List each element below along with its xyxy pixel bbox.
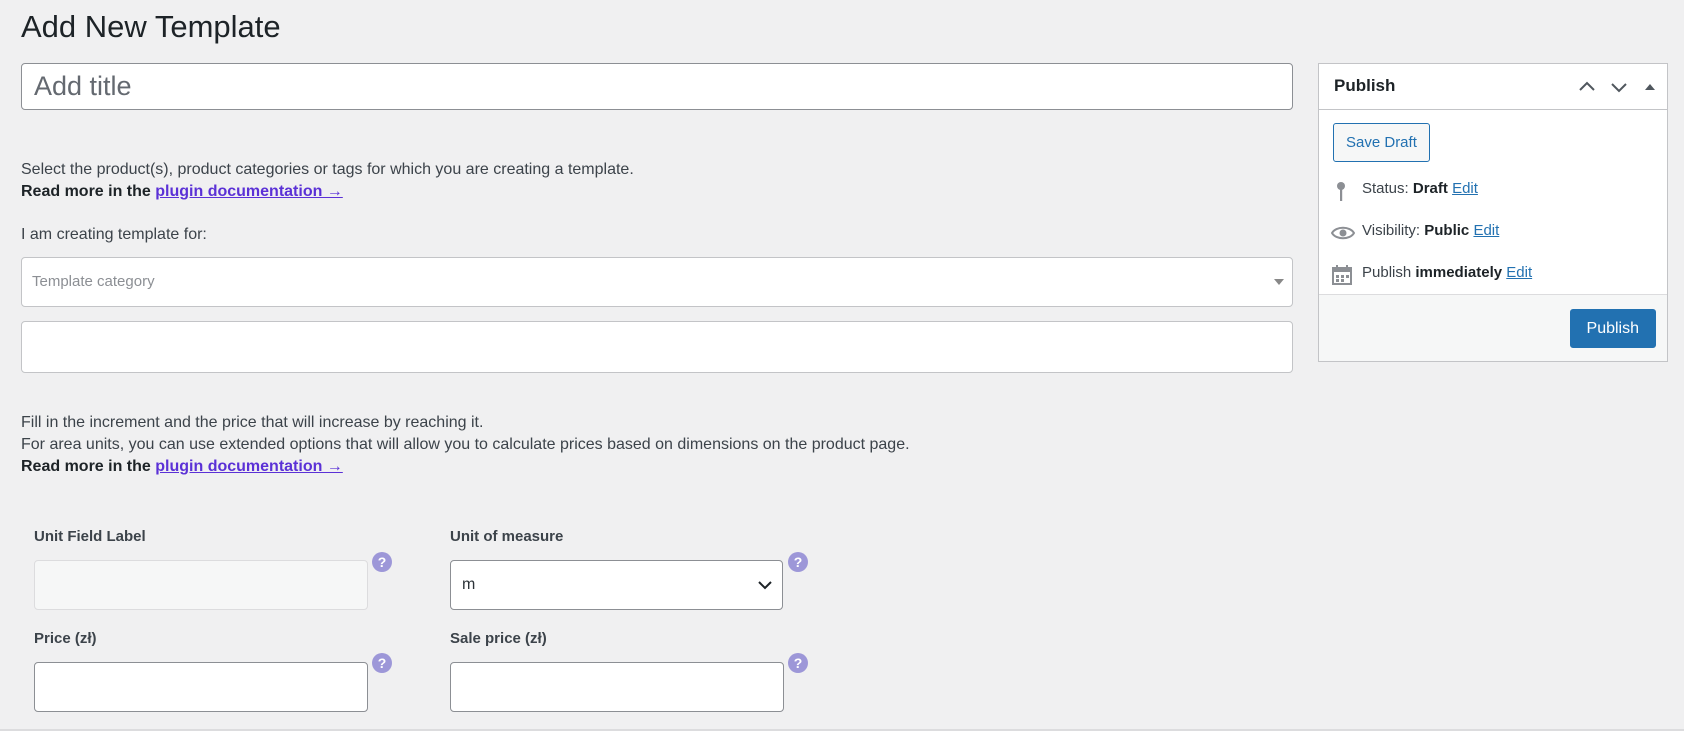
edit-status-link[interactable]: Edit	[1452, 180, 1478, 197]
template-category-placeholder: Template category	[32, 273, 155, 290]
intro-line: Select the product(s), product categorie…	[21, 161, 634, 178]
read-more-text: Read more in the plugin documentation →	[21, 458, 343, 475]
sale-price-input[interactable]	[450, 662, 784, 712]
unit-field-label-input[interactable]	[34, 560, 368, 610]
read-more-prefix: Read more in the	[21, 183, 151, 200]
publish-date-value: immediately	[1415, 264, 1503, 281]
page-title: Add New Template	[21, 9, 281, 44]
publish-date-row: Publish immediately Edit	[1331, 264, 1532, 290]
help-icon[interactable]: ?	[372, 653, 392, 673]
title-input[interactable]	[21, 63, 1293, 110]
eye-icon	[1330, 226, 1356, 240]
edit-visibility-link[interactable]: Edit	[1473, 222, 1499, 239]
help-icon[interactable]: ?	[788, 653, 808, 673]
sale-price-label: Sale price (zł)	[450, 630, 547, 647]
unit-of-measure-label: Unit of measure	[450, 528, 564, 545]
calendar-icon	[1332, 265, 1352, 285]
publish-box-header: Publish	[1319, 64, 1667, 110]
template-category-select[interactable]: Template category	[21, 257, 1293, 307]
visibility-row: Visibility: Public Edit	[1330, 222, 1499, 248]
visibility-label: Visibility:	[1362, 222, 1421, 239]
price-label: Price (zł)	[34, 630, 97, 647]
plugin-documentation-link[interactable]: plugin documentation →	[155, 458, 343, 475]
status-value: Draft	[1412, 180, 1448, 197]
unit-field-label-label: Unit Field Label	[34, 528, 146, 545]
publish-box: Publish Save Draft Status: Draft Edit Vi…	[1318, 63, 1668, 362]
read-more-text: Read more in the plugin documentation →	[21, 183, 343, 200]
read-more-prefix: Read more in the	[21, 458, 151, 475]
pin-icon	[1337, 182, 1345, 201]
help-icon[interactable]: ?	[788, 552, 808, 572]
publish-box-footer: Publish	[1319, 294, 1667, 361]
move-up-icon[interactable]	[1576, 76, 1598, 98]
collapse-toggle-icon[interactable]	[1641, 76, 1659, 98]
creating-for-label: I am creating template for:	[21, 226, 207, 243]
visibility-value: Public	[1424, 222, 1470, 239]
publish-button[interactable]: Publish	[1569, 309, 1656, 348]
publish-box-title: Publish	[1334, 76, 1396, 95]
increment-text: Fill in the increment and the price that…	[21, 412, 910, 478]
edit-publish-date-link[interactable]: Edit	[1506, 264, 1532, 281]
save-draft-button[interactable]: Save Draft	[1333, 123, 1430, 162]
help-icon[interactable]: ?	[372, 552, 392, 572]
unit-value: m	[462, 576, 476, 593]
intro-text: Select the product(s), product categorie…	[21, 159, 634, 203]
chevron-down-icon	[758, 581, 772, 590]
publish-date-label: Publish	[1362, 264, 1412, 281]
dropdown-arrow-icon	[1274, 279, 1284, 285]
increment-line-2: For area units, you can use extended opt…	[21, 436, 910, 453]
template-selection-field[interactable]	[21, 321, 1293, 373]
plugin-documentation-link[interactable]: plugin documentation →	[155, 183, 343, 200]
price-input[interactable]	[34, 662, 368, 712]
status-row: Status: Draft Edit	[1331, 180, 1478, 206]
increment-line-1: Fill in the increment and the price that…	[21, 414, 484, 431]
unit-of-measure-select[interactable]: m	[450, 560, 783, 610]
move-down-icon[interactable]	[1608, 76, 1630, 98]
status-label: Status:	[1362, 180, 1409, 197]
